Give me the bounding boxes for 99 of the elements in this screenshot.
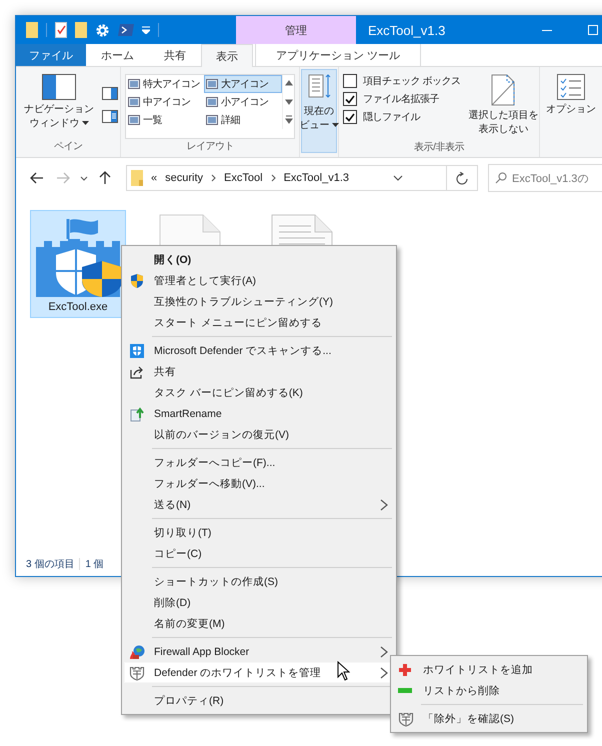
hide-selected-button[interactable]: 選択した項目を 表示しない [464, 71, 542, 140]
menu-item[interactable]: Firewall App Blocker [124, 641, 394, 662]
up-icon[interactable] [99, 171, 111, 185]
view-icon [128, 79, 140, 89]
plus-icon [398, 662, 412, 676]
group-label: ペイン [52, 140, 84, 154]
menu-item[interactable]: プロパティ(R) [124, 690, 394, 711]
ribbon-tab[interactable]: 共有 [149, 44, 201, 66]
terminal-icon[interactable] [118, 24, 134, 36]
address-bar[interactable]: « security ExcTool ExcTool_v1.3 [126, 165, 478, 191]
menu-item[interactable]: コピー(C) [124, 543, 394, 564]
menu-item[interactable]: 切り取り(T) [124, 522, 394, 543]
layout-option[interactable]: 大アイコン [204, 75, 282, 93]
current-view-button[interactable]: 現在の ビュー [301, 69, 337, 153]
window-title: ExcTool_v1.3 [368, 22, 446, 38]
shield-icon [129, 272, 145, 288]
view-icon [128, 115, 140, 125]
checklist-icon [557, 74, 585, 100]
caret-icon [332, 123, 338, 128]
castle-icon [398, 710, 414, 726]
breadcrumb[interactable]: security [165, 172, 204, 184]
preview-pane-icon[interactable] [102, 87, 118, 100]
checkbox-box[interactable] [343, 110, 357, 124]
document-icon[interactable] [159, 214, 221, 248]
search-icon [495, 172, 507, 184]
shield-icon [129, 342, 145, 358]
back-icon[interactable] [30, 172, 44, 184]
menu-item[interactable]: フォルダーへ移動(V)... [124, 473, 394, 494]
chevron-icon [380, 646, 388, 658]
ribbon-tab[interactable]: ホーム [86, 44, 149, 66]
menu-item[interactable]: 送る(N) [124, 494, 394, 515]
group-label: レイアウト [185, 140, 235, 154]
minus-icon [398, 688, 412, 694]
menu-item[interactable]: 以前のバージョンの復元(V) [124, 424, 394, 445]
layout-option[interactable]: 特大アイコン [126, 75, 204, 93]
ribbon-tab[interactable]: アプリケーション ツール [255, 44, 422, 66]
layout-option[interactable]: 小アイコン [204, 93, 282, 111]
breadcrumb[interactable]: ExcTool_v1.3 [284, 172, 349, 184]
menu-item[interactable]: ショートカットの作成(S) [124, 571, 394, 592]
view-icon [206, 97, 218, 107]
scroll-arrows-icon[interactable] [284, 78, 292, 126]
navigation-pane-button[interactable]: ナビゲーション ウィンドウ [20, 71, 98, 139]
caret-icon[interactable] [392, 175, 402, 181]
hidden-document-icon [491, 74, 516, 106]
menu-item[interactable]: フォルダーへコピー(F)... [124, 452, 394, 473]
menu-item[interactable]: スタート メニューにピン留めする [124, 312, 394, 333]
caret-icon [82, 121, 88, 126]
menu-item[interactable]: 共有 [124, 361, 394, 382]
menu-item[interactable]: 互換性のトラブルシューティング(Y) [124, 291, 394, 312]
checkbox[interactable]: ファイル名拡張子 [343, 92, 460, 106]
contextual-tab-header: 管理 [236, 16, 356, 44]
castle-icon [129, 664, 145, 680]
search-field[interactable]: ExcTool_v1.3の [488, 164, 602, 192]
layout-option[interactable]: 一覧 [126, 111, 204, 129]
menu-item[interactable]: 開く(O) [124, 249, 394, 270]
status-text: 1 個 [85, 558, 104, 571]
gear-icon[interactable] [95, 22, 110, 38]
view-icon [206, 115, 218, 125]
menu-item[interactable]: 「除外」を確認(S) [393, 708, 585, 729]
share-icon [129, 364, 145, 380]
layout-option[interactable]: 詳細 [204, 111, 282, 129]
menu-item[interactable]: SmartRename [124, 403, 394, 424]
file-item[interactable]: ExcTool.exe [30, 210, 126, 318]
menu-item[interactable]: 削除(D) [124, 592, 394, 613]
checkbox[interactable]: 隠しファイル [343, 110, 460, 124]
checkbox-box[interactable] [343, 92, 357, 106]
layout-option[interactable]: 中アイコン [126, 93, 204, 111]
checkbox-box[interactable] [343, 74, 357, 88]
navigation-pane-icon [42, 74, 76, 100]
cursor-icon [337, 661, 350, 681]
folder-icon [131, 170, 143, 186]
menu-item[interactable]: 管理者として実行(A) [124, 270, 394, 291]
overflow-mark[interactable]: « [151, 172, 158, 184]
chevron-icon [380, 667, 388, 679]
globe-fire-icon [129, 644, 145, 660]
chevron-icon [211, 174, 216, 182]
maximize-icon [588, 25, 598, 35]
group-label: 表示/非表示 [413, 140, 466, 155]
rename-icon [129, 406, 145, 422]
checklist-icon[interactable] [55, 22, 67, 38]
status-text: 3 個の項目 [26, 558, 74, 571]
chevron-icon [380, 499, 388, 511]
text-document-icon[interactable] [271, 214, 333, 248]
checkbox[interactable]: 項目チェック ボックス [343, 74, 460, 88]
refresh-icon[interactable] [456, 172, 468, 184]
menu-item[interactable]: ホワイトリストを追加 [393, 659, 585, 680]
view-icon [206, 79, 218, 89]
options-button[interactable]: オプション [542, 71, 600, 120]
menu-item[interactable]: リストから削除 [393, 680, 585, 701]
details-pane-icon[interactable] [102, 110, 118, 123]
ribbon-tab[interactable]: ファイル [16, 44, 86, 66]
menu-item[interactable]: Microsoft Defender でスキャンする... [124, 340, 394, 361]
ribbon-tab[interactable]: 表示 [201, 44, 253, 67]
menu-item[interactable]: タスク バーにピン留めする(K) [124, 382, 394, 403]
caret-icon[interactable] [80, 176, 88, 180]
menu-item[interactable]: 名前の変更(M) [124, 613, 394, 634]
view-icon [128, 97, 140, 107]
breadcrumb[interactable]: ExcTool [224, 172, 263, 184]
chevron-icon [270, 174, 276, 182]
